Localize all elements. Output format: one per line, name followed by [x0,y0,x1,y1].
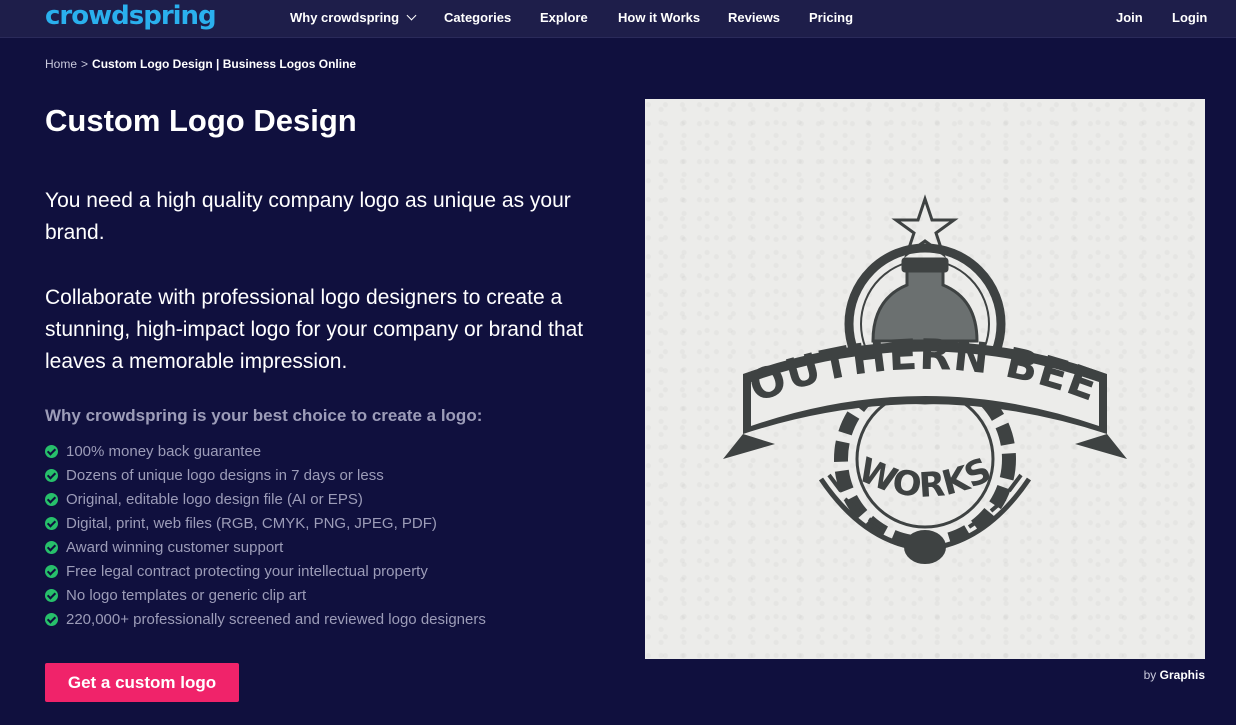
feature-item: Dozens of unique logo designs in 7 days … [45,463,486,487]
join-link[interactable]: Join [1116,10,1143,25]
feature-text: 220,000+ professionally screened and rev… [66,610,486,628]
works-text: WORKS [853,450,998,506]
check-icon [45,516,58,530]
feature-item: 100% money back guarantee [45,439,486,463]
why-heading: Why crowdspring is your best choice to c… [45,406,483,425]
breadcrumb-current: Custom Logo Design | Business Logos Onli… [92,57,357,71]
nav-pricing[interactable]: Pricing [809,10,853,25]
check-icon [45,564,58,578]
feature-text: 100% money back guarantee [66,442,262,460]
check-icon [45,492,58,506]
chevron-down-icon [406,10,417,21]
login-link[interactable]: Login [1172,10,1207,25]
feature-item: 220,000+ professionally screened and rev… [45,607,486,631]
feature-item: Free legal contract protecting your inte… [45,559,486,583]
intro-paragraph-2: Collaborate with professional logo desig… [45,286,584,373]
nav-reviews[interactable]: Reviews [728,10,780,25]
feature-text: Free legal contract protecting your inte… [66,562,428,580]
crowdspring-logo[interactable]: crowdspring [45,1,217,31]
feature-text: Original, editable logo design file (AI … [66,490,363,508]
banner-text: SOUTHERN BEER [645,99,1105,412]
check-icon [45,468,58,482]
top-navigation: crowdspring Why crowdspring Categories E… [0,0,1236,38]
feature-list: 100% money back guarantee Dozens of uniq… [45,439,486,631]
feature-item: Original, editable logo design file (AI … [45,487,486,511]
breadcrumb-separator: > [81,57,89,71]
check-icon [45,612,58,626]
page: crowdspring Why crowdspring Categories E… [0,0,1236,725]
credit-designer-link[interactable]: Graphis [1160,668,1205,682]
southern-beer-works-logo: SOUTHERN BEER WORKS [645,99,1127,564]
feature-item: Award winning customer support [45,535,486,559]
credit-prefix: by [1143,668,1157,682]
check-icon [45,540,58,554]
check-icon [45,444,58,458]
image-credit: by Graphis [1144,668,1205,682]
nav-explore[interactable]: Explore [540,10,588,25]
page-title: Custom Logo Design [45,103,357,138]
feature-text: Digital, print, web files (RGB, CMYK, PN… [66,514,437,532]
check-icon [45,588,58,602]
breadcrumb: Home > Custom Logo Design | Business Logos… [45,57,356,71]
hero-logo-image: SOUTHERN BEER WORKS [645,99,1205,659]
intro-paragraph-1: You need a high quality company logo as … [45,189,571,244]
nav-why-crowdspring-label: Why crowdspring [290,10,400,25]
feature-text: Award winning customer support [66,538,284,556]
nav-categories[interactable]: Categories [444,10,511,25]
nav-why-crowdspring[interactable]: Why crowdspring [290,10,417,25]
get-custom-logo-button[interactable]: Get a custom logo [45,663,239,702]
feature-text: Dozens of unique logo designs in 7 days … [66,466,384,484]
nav-how-it-works[interactable]: How it Works [618,10,700,25]
breadcrumb-home[interactable]: Home [45,57,77,71]
feature-item: Digital, print, web files (RGB, CMYK, PN… [45,511,486,535]
feature-item: No logo templates or generic clip art [45,583,486,607]
feature-text: No logo templates or generic clip art [66,586,307,604]
